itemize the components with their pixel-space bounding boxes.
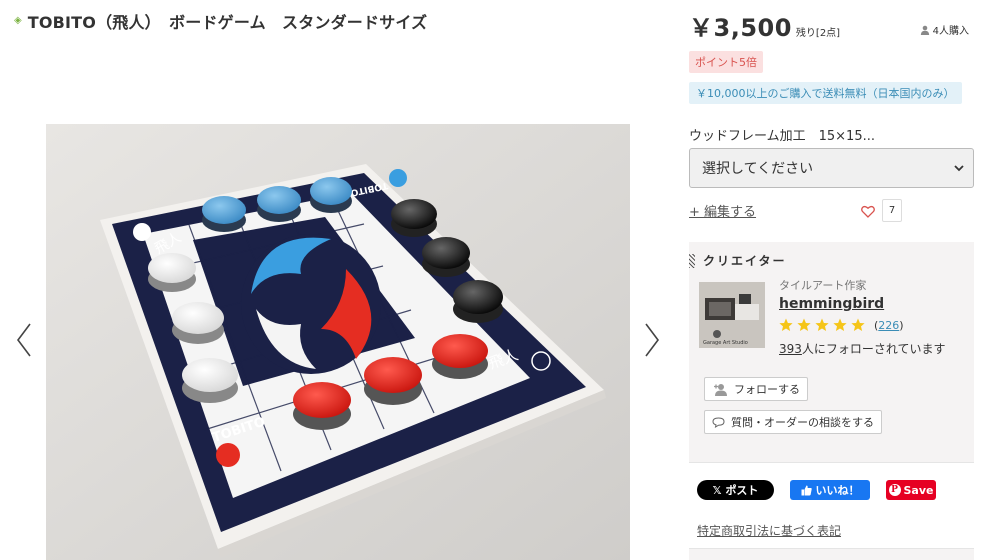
shipping-badge: ￥10,000以上のご購入で送料無料（日本国内のみ） bbox=[689, 82, 962, 104]
followers-text: 393人にフォローされています bbox=[779, 340, 946, 357]
creator-avatar[interactable]: Garage Art Studio bbox=[699, 282, 765, 348]
facebook-like-button[interactable]: いいね！ bbox=[790, 480, 870, 500]
heart-icon bbox=[861, 205, 875, 218]
buyers-label: 4人購入 bbox=[932, 26, 969, 37]
creator-name-link[interactable]: hemmingbird bbox=[779, 296, 884, 312]
facebook-like-label: いいね！ bbox=[815, 484, 860, 497]
add-user-icon bbox=[714, 383, 727, 396]
inquiry-button[interactable]: 質問・オーダーの相談をする bbox=[704, 410, 882, 434]
buyers-count: 4人購入 bbox=[920, 22, 969, 37]
followers-count[interactable]: 393 bbox=[779, 342, 802, 356]
creator-rating: (226) bbox=[779, 318, 904, 332]
share-buttons: 𝕏 ポスト いいね！ P Save bbox=[697, 480, 936, 500]
pinterest-save-button[interactable]: P Save bbox=[886, 480, 936, 500]
avatar-caption: Garage Art Studio bbox=[703, 340, 748, 346]
next-section-edge bbox=[689, 548, 974, 560]
follow-label: フォローする bbox=[734, 383, 800, 396]
inquiry-label: 質問・オーダーの相談をする bbox=[731, 416, 874, 429]
favorite-button[interactable] bbox=[856, 199, 880, 223]
purchase-panel: ￥3,500 残り[2点] 4人購入 ポイント5倍 ￥10,000以上のご購入で… bbox=[689, 0, 979, 560]
chevron-down-icon bbox=[954, 165, 964, 172]
x-post-button[interactable]: 𝕏 ポスト bbox=[697, 480, 774, 500]
creator-heading: クリエイター bbox=[703, 254, 787, 268]
price: ￥3,500 bbox=[689, 14, 792, 42]
stripe-icon bbox=[689, 253, 695, 268]
review-count[interactable]: (226) bbox=[874, 319, 904, 332]
follow-button[interactable]: フォローする bbox=[704, 377, 808, 401]
x-post-label: ポスト bbox=[725, 484, 759, 497]
review-count-number[interactable]: 226 bbox=[878, 319, 899, 332]
divider bbox=[689, 462, 974, 463]
option-select[interactable]: 選択してください bbox=[689, 148, 974, 188]
creator-header: クリエイター bbox=[689, 252, 787, 269]
followers-suffix: 人にフォローされています bbox=[801, 342, 946, 356]
x-logo-icon: 𝕏 bbox=[712, 483, 722, 497]
chevron-right-icon[interactable] bbox=[642, 320, 662, 360]
chevron-left-icon[interactable] bbox=[14, 320, 34, 360]
creator-role: タイルアート作家 bbox=[779, 279, 867, 292]
product-photo[interactable]: 飛人 飛人 TOBITO TOBITO bbox=[46, 124, 630, 560]
pinterest-save-label: Save bbox=[903, 483, 934, 497]
commerce-law-link[interactable]: 特定商取引法に基づく表記 bbox=[697, 522, 841, 539]
stock-remaining: 残り[2点] bbox=[795, 28, 841, 39]
option-select-value: 選択してください bbox=[702, 161, 814, 177]
point-badge: ポイント5倍 bbox=[689, 51, 763, 73]
creator-section: クリエイター Garage Art Studio タイルアート作家 hemmin… bbox=[689, 242, 974, 462]
star-rating-icon bbox=[779, 318, 865, 331]
speech-bubble-icon bbox=[712, 416, 725, 428]
edit-link[interactable]: + 編集する bbox=[689, 201, 756, 220]
thumbs-up-icon bbox=[801, 485, 812, 495]
user-icon bbox=[920, 25, 929, 35]
option-label: ウッドフレーム加工 15×15... bbox=[689, 129, 875, 144]
favorite-count: 7 bbox=[882, 199, 902, 222]
product-gallery: 飛人 飛人 TOBITO TOBITO bbox=[0, 0, 676, 560]
price-row: ￥3,500 残り[2点] bbox=[689, 8, 840, 43]
pinterest-icon: P bbox=[888, 484, 901, 496]
